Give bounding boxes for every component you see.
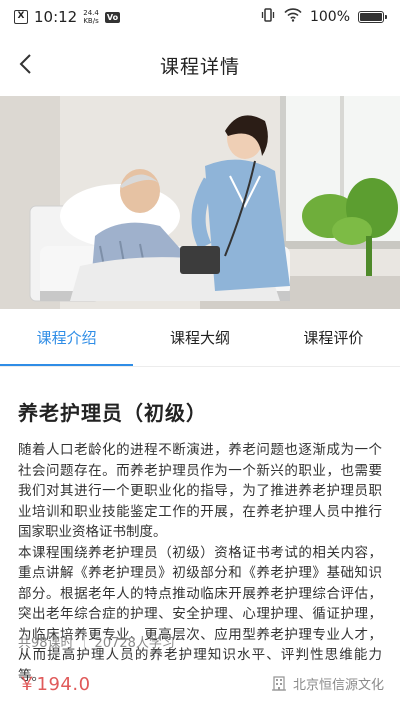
wifi-icon — [284, 8, 302, 26]
course-footer: ￥194.0 北京恒信源文化 — [0, 668, 400, 698]
sim-icon: X — [14, 10, 28, 24]
status-right: 100% — [260, 7, 387, 27]
network-speed-value: 24.4 — [83, 9, 99, 17]
status-time: 10:12 — [34, 8, 78, 26]
course-meta: 共98课时 20728人学习 — [18, 632, 175, 651]
learner-count: 20728人学习 — [94, 636, 175, 651]
network-speed: 24.4 KB/s — [83, 9, 99, 25]
status-left: X 10:12 24.4 KB/s Vo — [14, 8, 121, 26]
meta-divider — [83, 635, 85, 648]
network-speed-unit: KB/s — [83, 17, 99, 25]
course-title: 养老护理员（初级） — [18, 401, 207, 425]
tab-course-reviews[interactable]: 课程评价 — [267, 309, 400, 366]
publisher[interactable]: 北京恒信源文化 — [271, 674, 384, 693]
nav-bar: 课程详情 — [0, 34, 400, 96]
course-tabs: 课程介绍 课程大纲 课程评价 — [0, 309, 400, 367]
vibrate-icon — [260, 7, 276, 27]
battery-icon — [358, 11, 387, 23]
battery-fill — [360, 13, 382, 21]
building-icon — [271, 676, 286, 691]
volte-icon: Vo — [104, 11, 121, 23]
tab-course-outline[interactable]: 课程大纲 — [133, 309, 266, 366]
battery-percent: 100% — [309, 9, 350, 25]
lesson-count: 共98课时 — [18, 636, 74, 651]
chevron-left-icon — [19, 54, 31, 74]
publisher-name: 北京恒信源文化 — [292, 677, 384, 693]
back-button[interactable] — [10, 48, 42, 80]
course-cover-image — [0, 96, 400, 309]
course-price: ￥194.0 — [18, 674, 91, 695]
tab-course-intro[interactable]: 课程介绍 — [0, 309, 134, 366]
description-paragraph: 随着人口老龄化的进程不断演进，养老问题也逐渐成为一个社会问题存在。而养老护理员作… — [18, 442, 382, 540]
description-paragraph: 本课程围绕养老护理员（初级）资格证书考试的相关内容，重点讲解《养老护理员》初级部… — [18, 544, 382, 684]
page-title: 课程详情 — [159, 55, 240, 78]
status-bar: X 10:12 24.4 KB/s Vo 100% — [0, 0, 400, 34]
